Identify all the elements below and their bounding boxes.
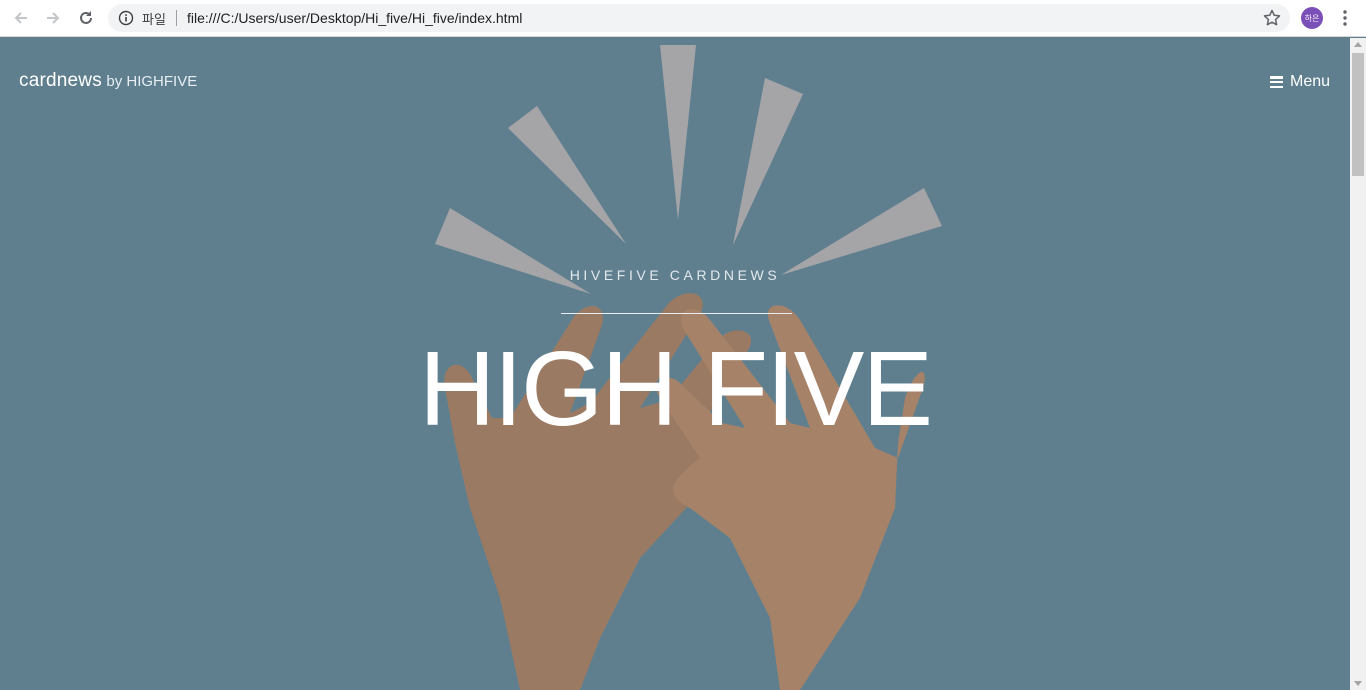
forward-arrow-icon[interactable] — [41, 6, 65, 30]
scroll-thumb[interactable] — [1352, 53, 1364, 176]
omnibox-separator — [176, 10, 177, 26]
brand-byline: by HIGHFIVE — [106, 73, 198, 90]
back-arrow-icon[interactable] — [9, 6, 33, 30]
burst-ray — [660, 45, 696, 220]
url-text[interactable]: file:///C:/Users/user/Desktop/Hi_five/Hi… — [187, 10, 522, 26]
scroll-up-arrow-icon[interactable] — [1354, 42, 1362, 47]
hero-kicker: HIVEFIVE CARDNEWS — [569, 267, 781, 283]
burst-ray — [733, 78, 803, 245]
hero-headline: HIGH FIVE — [418, 330, 933, 448]
kebab-menu-icon[interactable] — [1335, 8, 1355, 28]
hero-divider — [561, 313, 792, 314]
hamburger-icon — [1270, 76, 1283, 88]
brand-name: cardnews — [19, 70, 102, 91]
page-scrollbar[interactable] — [1350, 38, 1366, 690]
reload-icon[interactable] — [74, 6, 98, 30]
site-logo[interactable]: cardnews by HIGHFIVE — [19, 70, 197, 92]
star-icon[interactable] — [1262, 8, 1282, 28]
burst-ray — [781, 188, 942, 275]
menu-button[interactable]: Menu — [1270, 73, 1330, 91]
address-bar[interactable]: 파일 file:///C:/Users/user/Desktop/Hi_five… — [108, 4, 1290, 32]
profile-avatar[interactable]: 하은 — [1301, 7, 1323, 29]
scroll-down-arrow-icon[interactable] — [1354, 681, 1362, 686]
menu-label: Menu — [1290, 73, 1331, 90]
browser-toolbar: 파일 file:///C:/Users/user/Desktop/Hi_five… — [0, 0, 1366, 37]
scheme-label: 파일 — [142, 13, 166, 28]
page-viewport: cardnews by HIGHFIVE Menu HIVEFIVE CARDN… — [0, 38, 1350, 690]
info-icon[interactable] — [118, 10, 134, 26]
burst-ray — [508, 106, 626, 244]
